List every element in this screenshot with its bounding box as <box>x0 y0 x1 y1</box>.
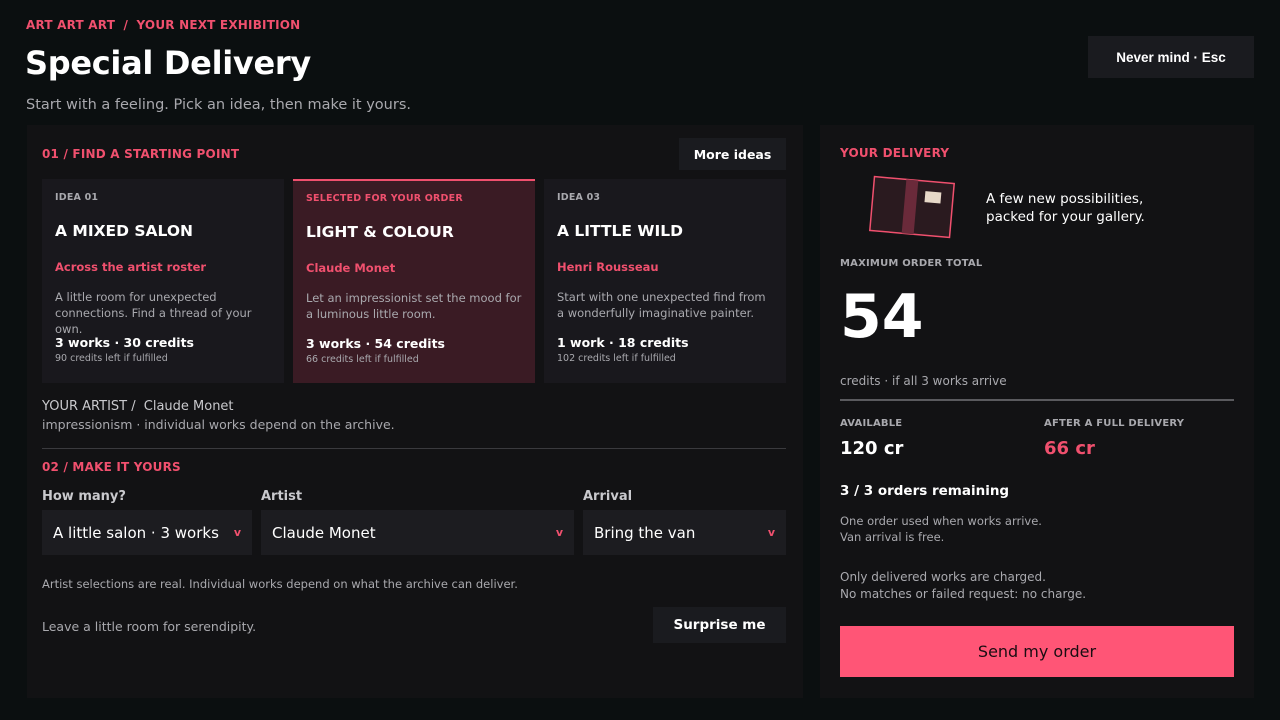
surprise-me-button[interactable]: Surprise me <box>653 607 786 643</box>
your-artist-value: Claude Monet <box>143 399 234 414</box>
idea-card-remaining: 90 credits left if fulfilled <box>55 353 168 364</box>
section-divider <box>42 448 786 449</box>
idea-card-mixed-salon[interactable]: IDEA 01 A MIXED SALON Across the artist … <box>42 179 284 383</box>
breadcrumb-current: YOUR NEXT EXHIBITION <box>136 18 301 32</box>
delivery-tagline: A few new possibilities, packed for your… <box>986 190 1145 226</box>
idea-card-light-colour[interactable]: SELECTED FOR YOUR ORDER LIGHT & COLOUR C… <box>293 179 535 383</box>
order-note-line1: One order used when works arrive. <box>840 514 1042 528</box>
serendipity-note: Leave a little room for serendipity. <box>42 619 257 634</box>
idea-card-kicker: IDEA 03 <box>557 192 601 203</box>
idea-card-title: A LITTLE WILD <box>557 222 684 240</box>
your-artist-line: YOUR ARTIST / Claude Monet <box>42 399 234 414</box>
idea-card-artist: Across the artist roster <box>55 260 207 274</box>
idea-card-description: Let an impressionist set the mood for a … <box>306 291 522 321</box>
order-usage-note: One order used when works arrive. Van ar… <box>840 513 1042 545</box>
package-icon <box>868 175 956 239</box>
after-delivery-value: 66 cr <box>1044 438 1095 459</box>
idea-card-remaining: 66 credits left if fulfilled <box>306 354 419 365</box>
artist-value: Claude Monet <box>272 523 376 542</box>
breadcrumb: ART ART ART / YOUR NEXT EXHIBITION <box>26 18 300 32</box>
summary-divider <box>840 399 1234 401</box>
idea-card-artist: Henri Rousseau <box>557 260 659 274</box>
order-note-line2: Van arrival is free. <box>840 530 945 544</box>
artist-label: Artist <box>261 489 303 504</box>
how-many-select[interactable]: A little salon · 3 works v <box>42 510 252 555</box>
section-label-starting-point: 01 / FIND A STARTING POINT <box>42 147 240 161</box>
charge-note-line1: Only delivered works are charged. <box>840 570 1046 584</box>
page-title: Special Delivery <box>25 44 311 82</box>
delivery-tagline-line2: packed for your gallery. <box>986 209 1145 225</box>
max-total-value: 54 <box>840 282 924 352</box>
more-ideas-button[interactable]: More ideas <box>679 138 786 170</box>
available-label: AVAILABLE <box>840 418 903 429</box>
your-artist-note: impressionism · individual works depend … <box>42 417 395 432</box>
idea-card-stats: 1 work · 18 credits <box>557 335 689 350</box>
archive-note: Artist selections are real. Individual w… <box>42 577 518 591</box>
chevron-down-icon: v <box>767 526 775 539</box>
arrival-value: Bring the van <box>594 523 696 542</box>
delivery-tagline-line1: A few new possibilities, <box>986 191 1144 207</box>
breadcrumb-separator: / <box>123 18 129 32</box>
your-delivery-label: YOUR DELIVERY <box>840 146 950 160</box>
available-value: 120 cr <box>840 438 904 459</box>
idea-card-kicker: IDEA 01 <box>55 192 99 203</box>
chevron-down-icon: v <box>555 526 563 539</box>
how-many-label: How many? <box>42 489 126 504</box>
artist-select[interactable]: Claude Monet v <box>261 510 574 555</box>
charge-note: Only delivered works are charged. No mat… <box>840 569 1086 603</box>
your-artist-label: YOUR ARTIST / <box>42 399 136 414</box>
idea-card-remaining: 102 credits left if fulfilled <box>557 353 676 364</box>
chevron-down-icon: v <box>233 526 241 539</box>
idea-card-stats: 3 works · 30 credits <box>55 335 195 350</box>
idea-card-stats: 3 works · 54 credits <box>306 336 446 351</box>
idea-card-artist: Claude Monet <box>306 261 396 275</box>
idea-card-description: Start with one unexpected find from a wo… <box>557 290 766 320</box>
idea-card-title: A MIXED SALON <box>55 222 194 240</box>
page-subtitle: Start with a feeling. Pick an idea, then… <box>26 97 411 113</box>
max-total-label: MAXIMUM ORDER TOTAL <box>840 258 983 269</box>
idea-card-kicker: SELECTED FOR YOUR ORDER <box>306 193 463 204</box>
after-delivery-label: AFTER A FULL DELIVERY <box>1044 418 1185 429</box>
idea-card-title: LIGHT & COLOUR <box>306 223 454 241</box>
max-total-note: credits · if all 3 works arrive <box>840 374 1007 388</box>
breadcrumb-root[interactable]: ART ART ART <box>26 18 115 32</box>
section-label-make-it-yours: 02 / MAKE IT YOURS <box>42 460 181 474</box>
charge-note-line2: No matches or failed request: no charge. <box>840 587 1087 601</box>
arrival-label: Arrival <box>583 489 633 504</box>
never-mind-button[interactable]: Never mind · Esc <box>1088 36 1254 78</box>
orders-remaining: 3 / 3 orders remaining <box>840 483 1010 499</box>
arrival-select[interactable]: Bring the van v <box>583 510 786 555</box>
send-order-button[interactable]: Send my order <box>840 626 1234 677</box>
idea-card-description: A little room for unexpected connections… <box>55 290 252 336</box>
idea-card-little-wild[interactable]: IDEA 03 A LITTLE WILD Henri Rousseau Sta… <box>544 179 786 383</box>
how-many-value: A little salon · 3 works <box>53 523 219 542</box>
